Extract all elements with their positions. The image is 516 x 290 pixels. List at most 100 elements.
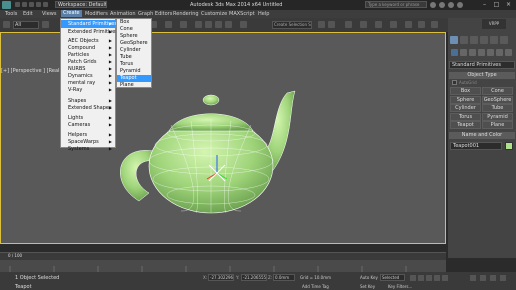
menu-views[interactable]: Views bbox=[42, 11, 56, 17]
spinner-snap-icon[interactable] bbox=[225, 21, 232, 28]
create-tab-icon[interactable] bbox=[450, 36, 458, 44]
undo-tool-icon[interactable] bbox=[3, 21, 10, 28]
undo-icon[interactable] bbox=[36, 2, 41, 7]
search-icon[interactable] bbox=[430, 2, 436, 8]
submenu-item-box[interactable]: Box bbox=[117, 19, 151, 26]
schematic-view-icon[interactable] bbox=[375, 21, 382, 28]
render-icon[interactable] bbox=[431, 21, 438, 28]
x-coord-field[interactable]: -27.302296 bbox=[208, 274, 234, 281]
menu-customize[interactable]: Customize bbox=[201, 11, 227, 17]
goto-end-icon[interactable] bbox=[442, 275, 448, 281]
material-editor-icon[interactable] bbox=[390, 21, 397, 28]
pyramid-button[interactable]: Pyramid bbox=[482, 113, 513, 121]
favorites-icon[interactable] bbox=[448, 2, 454, 8]
close-button[interactable]: × bbox=[503, 0, 514, 9]
rendered-frame-icon[interactable] bbox=[418, 21, 425, 28]
cameras-category-icon[interactable] bbox=[478, 49, 485, 56]
align-icon[interactable] bbox=[328, 21, 335, 28]
menu-graph-editors[interactable]: Graph Editors bbox=[138, 11, 172, 17]
open-file-icon[interactable] bbox=[22, 2, 27, 7]
curve-editor-icon[interactable] bbox=[360, 21, 367, 28]
menu-item-cameras[interactable]: Cameras ▶ bbox=[61, 121, 115, 129]
reference-coordinate-icon[interactable] bbox=[165, 21, 172, 28]
maximize-button[interactable]: □ bbox=[491, 0, 502, 9]
auto-key-button[interactable]: Auto Key bbox=[360, 275, 378, 280]
menu-item-systems[interactable]: Systems ▶ bbox=[61, 145, 115, 152]
infocenter-icon[interactable] bbox=[439, 2, 445, 8]
helpers-category-icon[interactable] bbox=[487, 49, 494, 56]
submenu-item-teapot[interactable]: Teapot bbox=[117, 75, 151, 82]
redo-icon[interactable] bbox=[43, 2, 48, 7]
orbit-icon[interactable] bbox=[490, 275, 496, 281]
systems-category-icon[interactable] bbox=[505, 49, 512, 56]
named-selection-icon[interactable] bbox=[240, 21, 247, 28]
plane-button[interactable]: Plane bbox=[482, 121, 513, 129]
menu-item-vray[interactable]: V-Ray ▶ bbox=[61, 86, 115, 94]
box-button[interactable]: Box bbox=[450, 87, 481, 95]
prev-frame-icon[interactable] bbox=[418, 275, 424, 281]
menu-create[interactable]: Create bbox=[61, 10, 82, 17]
geosphere-button[interactable]: GeoSphere bbox=[482, 96, 513, 104]
object-type-rollout-header[interactable]: Object Type bbox=[449, 72, 515, 79]
render-setup-icon[interactable] bbox=[405, 21, 412, 28]
snaps-toggle-icon[interactable] bbox=[195, 21, 202, 28]
time-slider[interactable] bbox=[0, 252, 446, 260]
y-coord-field[interactable]: -21.206555 bbox=[241, 274, 267, 281]
percent-snap-icon[interactable] bbox=[215, 21, 222, 28]
torus-button[interactable]: Torus bbox=[450, 113, 481, 121]
key-mode-dropdown[interactable]: Selected bbox=[380, 274, 405, 281]
add-time-tag[interactable]: Add Time Tag bbox=[302, 284, 329, 289]
modify-tab-icon[interactable] bbox=[460, 36, 468, 44]
pan-icon[interactable] bbox=[480, 275, 486, 281]
goto-start-icon[interactable] bbox=[410, 275, 416, 281]
shapes-category-icon[interactable] bbox=[460, 49, 467, 56]
set-key-button[interactable]: Set Key bbox=[360, 284, 375, 289]
next-frame-icon[interactable] bbox=[434, 275, 440, 281]
menu-item-standard-primitives[interactable]: Standard Primitives ▶ bbox=[61, 20, 117, 28]
menu-item-extended-primitives[interactable]: Extended Primitives ▶ bbox=[61, 28, 118, 36]
angle-snap-icon[interactable] bbox=[205, 21, 212, 28]
maximize-viewport-icon[interactable] bbox=[500, 275, 506, 281]
utilities-tab-icon[interactable] bbox=[500, 36, 508, 44]
pivot-center-icon[interactable] bbox=[180, 21, 187, 28]
workspace-dropdown[interactable]: Workspace: Default bbox=[55, 1, 107, 8]
new-file-icon[interactable] bbox=[15, 2, 20, 7]
minimize-button[interactable]: – bbox=[479, 0, 490, 9]
cone-button[interactable]: Cone bbox=[482, 87, 513, 95]
layer-manager-icon[interactable] bbox=[345, 21, 352, 28]
submenu-item-geosphere[interactable]: GeoSphere bbox=[117, 40, 151, 47]
spacewarps-category-icon[interactable] bbox=[496, 49, 503, 56]
menu-modifiers[interactable]: Modifiers bbox=[85, 11, 108, 17]
search-input[interactable]: Type a keyword or phrase bbox=[365, 1, 427, 8]
submenu-item-cylinder[interactable]: Cylinder bbox=[117, 47, 151, 54]
selection-filter-dropdown[interactable]: All bbox=[13, 21, 39, 29]
object-name-field[interactable]: Teapot001 bbox=[450, 142, 502, 150]
track-bar[interactable] bbox=[0, 260, 446, 272]
teapot-button[interactable]: Teapot bbox=[450, 121, 481, 129]
submenu-item-tube[interactable]: Tube bbox=[117, 54, 151, 61]
tube-button[interactable]: Tube bbox=[482, 104, 513, 112]
lights-category-icon[interactable] bbox=[469, 49, 476, 56]
submenu-item-plane[interactable]: Plane bbox=[117, 82, 151, 89]
zoom-icon[interactable] bbox=[470, 275, 476, 281]
menu-animation[interactable]: Animation bbox=[110, 11, 136, 17]
cylinder-button[interactable]: Cylinder bbox=[450, 104, 481, 112]
display-tab-icon[interactable] bbox=[490, 36, 498, 44]
menu-item-extended-shapes[interactable]: Extended Shapes ▶ bbox=[61, 104, 115, 112]
primitive-type-dropdown[interactable]: Standard Primitives bbox=[449, 61, 515, 69]
name-color-rollout-header[interactable]: Name and Color bbox=[449, 132, 515, 139]
menu-edit[interactable]: Edit bbox=[23, 11, 33, 17]
play-icon[interactable] bbox=[426, 275, 432, 281]
sphere-button[interactable]: Sphere bbox=[450, 96, 481, 104]
menu-rendering[interactable]: Rendering bbox=[173, 11, 199, 17]
motion-tab-icon[interactable] bbox=[480, 36, 488, 44]
geometry-category-icon[interactable] bbox=[451, 49, 458, 56]
select-object-icon[interactable] bbox=[42, 21, 49, 28]
save-file-icon[interactable] bbox=[29, 2, 34, 7]
menu-tools[interactable]: Tools bbox=[5, 11, 17, 17]
app-logo-icon[interactable] bbox=[2, 1, 11, 9]
object-color-swatch[interactable] bbox=[505, 142, 513, 150]
hierarchy-tab-icon[interactable] bbox=[470, 36, 478, 44]
selection-set-dropdown[interactable]: Create Selection Se bbox=[272, 21, 312, 29]
submenu-item-torus[interactable]: Torus bbox=[117, 61, 151, 68]
